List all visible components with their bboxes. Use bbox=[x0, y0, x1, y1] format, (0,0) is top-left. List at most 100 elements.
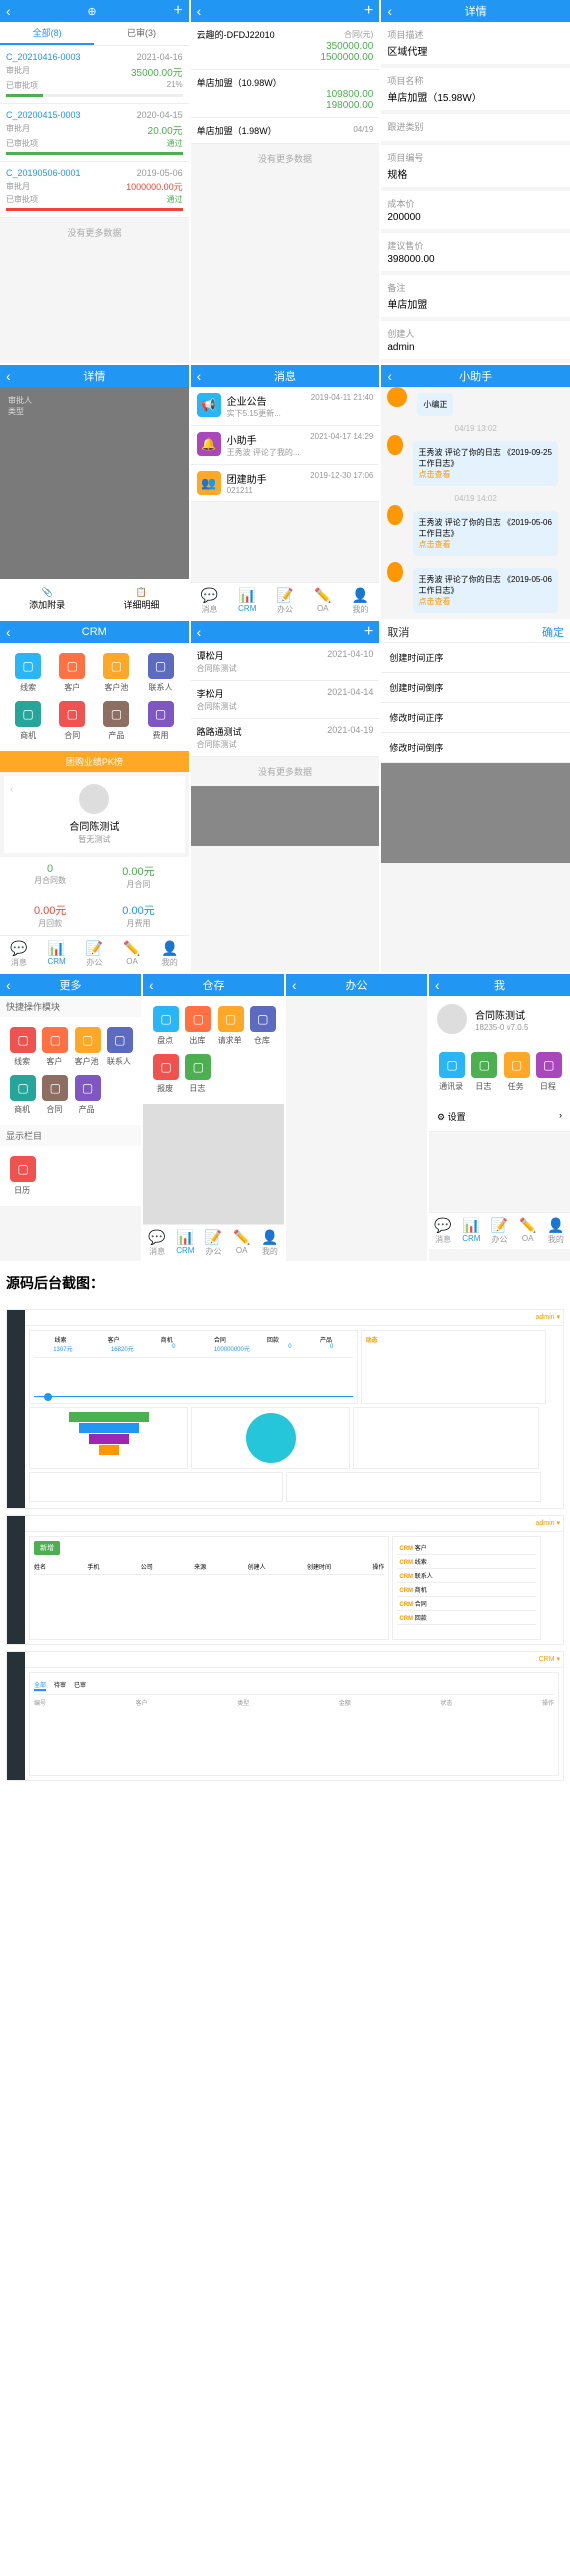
nav-消息[interactable]: 💬消息 bbox=[191, 583, 229, 619]
nav-我的[interactable]: 👤我的 bbox=[256, 1225, 284, 1261]
add-attachment-button[interactable]: 📎添加附录 bbox=[0, 579, 94, 619]
nav-消息[interactable]: 💬消息 bbox=[429, 1213, 457, 1249]
back-icon[interactable]: ‹ bbox=[292, 977, 297, 993]
nav-CRM[interactable]: 📊CRM bbox=[38, 936, 76, 972]
sort-option[interactable]: 创建时间倒序 bbox=[381, 673, 570, 703]
message-item[interactable]: 📢企业公告实下5.15更新...2019-04-11 21:40 bbox=[191, 387, 380, 426]
app-icon-客户池[interactable]: ▢客户池 bbox=[71, 1023, 103, 1071]
nav-CRM[interactable]: 📊CRM bbox=[457, 1213, 485, 1249]
back-icon[interactable]: ‹ bbox=[435, 977, 440, 993]
sort-option[interactable]: 修改时间正序 bbox=[381, 703, 570, 733]
app-icon-通讯录[interactable]: ▢通讯录 bbox=[435, 1048, 467, 1096]
app-icon-日历[interactable]: ▢日历 bbox=[6, 1152, 38, 1200]
nav-办公[interactable]: 📝办公 bbox=[266, 583, 304, 619]
avatar bbox=[387, 387, 407, 407]
header: ‹ ⊕ + bbox=[0, 0, 189, 22]
add-icon[interactable]: + bbox=[364, 2, 373, 20]
tab-all[interactable]: 全部(8) bbox=[0, 22, 94, 45]
chat-bubble[interactable]: 小编正 bbox=[417, 393, 453, 416]
nav-办公[interactable]: 📝办公 bbox=[199, 1225, 227, 1261]
app-icon-仓库[interactable]: ▢仓库 bbox=[246, 1002, 278, 1050]
nav-CRM[interactable]: 📊CRM bbox=[228, 583, 266, 619]
back-icon[interactable]: ‹ bbox=[149, 977, 154, 993]
app-icon-费用[interactable]: ▢费用 bbox=[138, 697, 182, 745]
nav-消息[interactable]: 💬消息 bbox=[143, 1225, 171, 1261]
message-item[interactable]: 🔔小助手王秀波 评论了我的...2021-04-17 14:29 bbox=[191, 426, 380, 465]
app-icon-出库[interactable]: ▢出库 bbox=[181, 1002, 213, 1050]
list-item[interactable]: C_20190506-00012019-05-06 审批月1000000.00元… bbox=[0, 162, 189, 218]
back-icon[interactable]: ‹ bbox=[6, 977, 11, 993]
app-icon-商机[interactable]: ▢商机 bbox=[6, 1071, 38, 1119]
app-icon-请求单[interactable]: ▢请求单 bbox=[214, 1002, 246, 1050]
app-icon-商机[interactable]: ▢商机 bbox=[6, 697, 50, 745]
back-icon[interactable]: ‹ bbox=[6, 624, 11, 640]
list-item[interactable]: C_20200415-00032020-04-15 审批月20.00元 已审批项… bbox=[0, 104, 189, 162]
nav-OA[interactable]: ✏️OA bbox=[228, 1225, 256, 1261]
back-icon[interactable]: ‹ bbox=[197, 624, 202, 640]
back-icon[interactable]: ‹ bbox=[387, 368, 392, 384]
app-icon-产品[interactable]: ▢产品 bbox=[94, 697, 138, 745]
app-icon-产品[interactable]: ▢产品 bbox=[71, 1071, 103, 1119]
nav-OA[interactable]: ✏️OA bbox=[514, 1213, 542, 1249]
back-icon[interactable]: ‹ bbox=[387, 3, 392, 19]
back-icon[interactable]: ‹ bbox=[197, 368, 202, 384]
app-icon-客户[interactable]: ▢客户 bbox=[50, 649, 94, 697]
list-item[interactable]: 单店加盟（10.98W） 109800.00 198000.00 bbox=[191, 70, 380, 118]
sort-option[interactable]: 创建时间正序 bbox=[381, 643, 570, 673]
app-icon-日志[interactable]: ▢日志 bbox=[181, 1050, 213, 1098]
app-icon-合同[interactable]: ▢合同 bbox=[50, 697, 94, 745]
sort-option[interactable]: 修改时间倒序 bbox=[381, 733, 570, 763]
list-item[interactable]: 路路通测试2021-04-19合同陈测试 bbox=[191, 719, 380, 757]
app-icon-线索[interactable]: ▢线索 bbox=[6, 649, 50, 697]
app-icon-盘点[interactable]: ▢盘点 bbox=[149, 1002, 181, 1050]
app-icon-报废[interactable]: ▢报废 bbox=[149, 1050, 181, 1098]
message-item[interactable]: 👥团建助手0212112019-12-30 17:06 bbox=[191, 465, 380, 502]
app-icon-线索[interactable]: ▢线索 bbox=[6, 1023, 38, 1071]
add-button[interactable]: 新增 bbox=[34, 1541, 60, 1555]
chat-bubble[interactable]: 王秀波 评论了你的日志 《2019-05-06 工作日志》点击查看 bbox=[413, 568, 558, 613]
no-more: 没有更多数据 bbox=[0, 218, 189, 247]
detail-field: 建议售价398000.00 bbox=[381, 233, 570, 271]
nav-我的[interactable]: 👤我的 bbox=[342, 583, 380, 619]
app-icon-客户[interactable]: ▢客户 bbox=[38, 1023, 70, 1071]
nav-OA[interactable]: ✏️OA bbox=[113, 936, 151, 972]
nav-我的[interactable]: 👤我的 bbox=[151, 936, 189, 972]
admin-screenshot-3: CRM ▾ 全部待审已审 编号客户类型金额状态操作 bbox=[6, 1651, 564, 1781]
app-icon-日程[interactable]: ▢日程 bbox=[532, 1048, 564, 1096]
back-icon[interactable]: ‹ bbox=[197, 3, 202, 19]
nav-我的[interactable]: 👤我的 bbox=[542, 1213, 570, 1249]
settings-row[interactable]: ⚙ 设置› bbox=[429, 1102, 570, 1132]
add-icon[interactable]: + bbox=[173, 2, 182, 20]
detail-button[interactable]: 📋详细明细 bbox=[94, 579, 188, 619]
app-icon-联系人[interactable]: ▢联系人 bbox=[138, 649, 182, 697]
chat-bubble[interactable]: 王秀波 评论了你的日志 《2019-05-06 工作日志》点击查看 bbox=[413, 511, 558, 556]
confirm-button[interactable]: 确定 bbox=[542, 624, 564, 640]
app-icon-合同[interactable]: ▢合同 bbox=[38, 1071, 70, 1119]
list-item[interactable]: C_20210416-00032021-04-16 审批月35000.00元 已… bbox=[0, 46, 189, 104]
back-icon[interactable]: ‹ bbox=[6, 3, 11, 19]
nav-办公[interactable]: 📝办公 bbox=[75, 936, 113, 972]
nav-办公[interactable]: 📝办公 bbox=[485, 1213, 513, 1249]
cancel-button[interactable]: 取消 bbox=[387, 624, 409, 640]
nav-消息[interactable]: 💬消息 bbox=[0, 936, 38, 972]
detail-field: 跟进类别 bbox=[381, 114, 570, 141]
app-icon-联系人[interactable]: ▢联系人 bbox=[103, 1023, 135, 1071]
header: ‹ + bbox=[191, 0, 380, 22]
app-icon-客户池[interactable]: ▢客户池 bbox=[94, 649, 138, 697]
list-item[interactable]: 谭松月2021-04-10合同陈测试 bbox=[191, 643, 380, 681]
tab-approved[interactable]: 已审(3) bbox=[94, 22, 188, 45]
back-icon[interactable]: ‹ bbox=[6, 368, 11, 384]
nav-OA[interactable]: ✏️OA bbox=[304, 583, 342, 619]
overlay[interactable]: 审批人 类型 📎添加附录 📋详细明细 bbox=[0, 387, 189, 619]
app-icon-任务[interactable]: ▢任务 bbox=[500, 1048, 532, 1096]
prev-icon[interactable]: ‹ bbox=[10, 784, 13, 795]
chat-bubble[interactable]: 王秀波 评论了你的日志 《2019-09-25 工作日志》点击查看 bbox=[413, 441, 558, 486]
list-item[interactable]: 云趣的-DFDJ22010合同(元) 350000.00 1500000.00 bbox=[191, 22, 380, 70]
search-icon[interactable]: ⊕ bbox=[87, 5, 96, 18]
add-icon[interactable]: + bbox=[364, 623, 373, 641]
list-item[interactable]: 李松月2021-04-14合同陈测试 bbox=[191, 681, 380, 719]
list-item[interactable]: 单店加盟（1.98W）04/19 bbox=[191, 118, 380, 144]
detail-field: 备注单店加盟 bbox=[381, 275, 570, 317]
nav-CRM[interactable]: 📊CRM bbox=[171, 1225, 199, 1261]
app-icon-日志[interactable]: ▢日志 bbox=[467, 1048, 499, 1096]
